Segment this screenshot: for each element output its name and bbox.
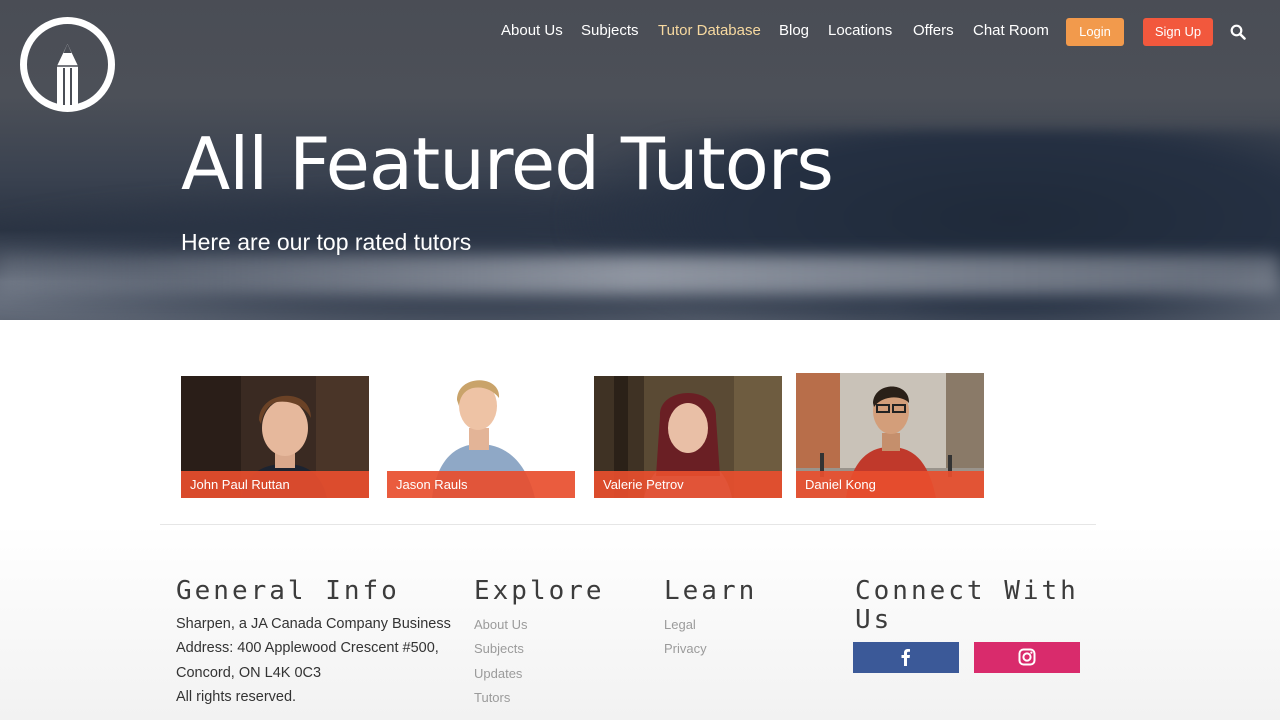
- tutor-name: Daniel Kong: [796, 471, 984, 498]
- nav-subjects[interactable]: Subjects: [581, 22, 639, 39]
- footer-link-privacy[interactable]: Privacy: [664, 641, 707, 656]
- facebook-icon: [901, 649, 910, 666]
- tutor-name: Valerie Petrov: [594, 471, 782, 498]
- footer-link-legal[interactable]: Legal: [664, 617, 696, 632]
- page-title: All Featured Tutors: [181, 122, 834, 206]
- tutor-card-daniel-kong[interactable]: Daniel Kong: [796, 373, 984, 498]
- tutor-name: John Paul Ruttan: [181, 471, 369, 498]
- nav-locations[interactable]: Locations: [828, 22, 892, 39]
- nav-offers[interactable]: Offers: [913, 22, 954, 39]
- footer-link-tutors[interactable]: Tutors: [474, 690, 510, 705]
- hero-banner: About Us Subjects Tutor Database Blog Lo…: [0, 0, 1280, 320]
- facebook-button[interactable]: [853, 642, 959, 673]
- nav-about-us[interactable]: About Us: [501, 22, 563, 39]
- footer-address-line: Address: 400 Applewood Crescent #500,: [176, 640, 439, 656]
- footer-heading-general-info: General Info: [176, 576, 400, 606]
- sign-up-button[interactable]: Sign Up: [1143, 18, 1213, 46]
- nav-blog[interactable]: Blog: [779, 22, 809, 39]
- main-navigation: About Us Subjects Tutor Database Blog Lo…: [0, 0, 1280, 64]
- footer-heading-explore: Explore: [474, 576, 605, 606]
- login-button[interactable]: Login: [1066, 18, 1124, 46]
- footer-link-updates[interactable]: Updates: [474, 666, 522, 681]
- footer-heading-connect-with-us: Connect With Us: [855, 577, 1079, 635]
- footer-link-about-us[interactable]: About Us: [474, 617, 527, 632]
- instagram-icon: [1018, 648, 1036, 666]
- nav-chat-room[interactable]: Chat Room: [973, 22, 1049, 39]
- footer-heading-connect-line2: Us: [855, 605, 893, 635]
- footer-rights-line: All rights reserved.: [176, 689, 297, 705]
- tutor-card-valerie-petrov[interactable]: Valerie Petrov: [594, 376, 782, 498]
- footer-city-line: Concord, ON L4K 0C3: [176, 665, 322, 681]
- page-subtitle: Here are our top rated tutors: [181, 229, 472, 255]
- hero-background-haze: [0, 255, 1280, 295]
- search-icon[interactable]: [1230, 24, 1246, 40]
- instagram-button[interactable]: [974, 642, 1080, 673]
- footer-link-subjects[interactable]: Subjects: [474, 641, 524, 656]
- footer-heading-learn: Learn: [664, 576, 758, 606]
- nav-tutor-database[interactable]: Tutor Database: [658, 22, 761, 39]
- tutor-card-john-paul-ruttan[interactable]: John Paul Ruttan: [181, 376, 369, 498]
- tutor-card-jason-rauls[interactable]: Jason Rauls: [387, 376, 575, 498]
- tutor-name: Jason Rauls: [387, 471, 575, 498]
- footer-heading-connect-line1: Connect With: [855, 576, 1079, 606]
- footer-company-line: Sharpen, a JA Canada Company Business: [176, 616, 451, 632]
